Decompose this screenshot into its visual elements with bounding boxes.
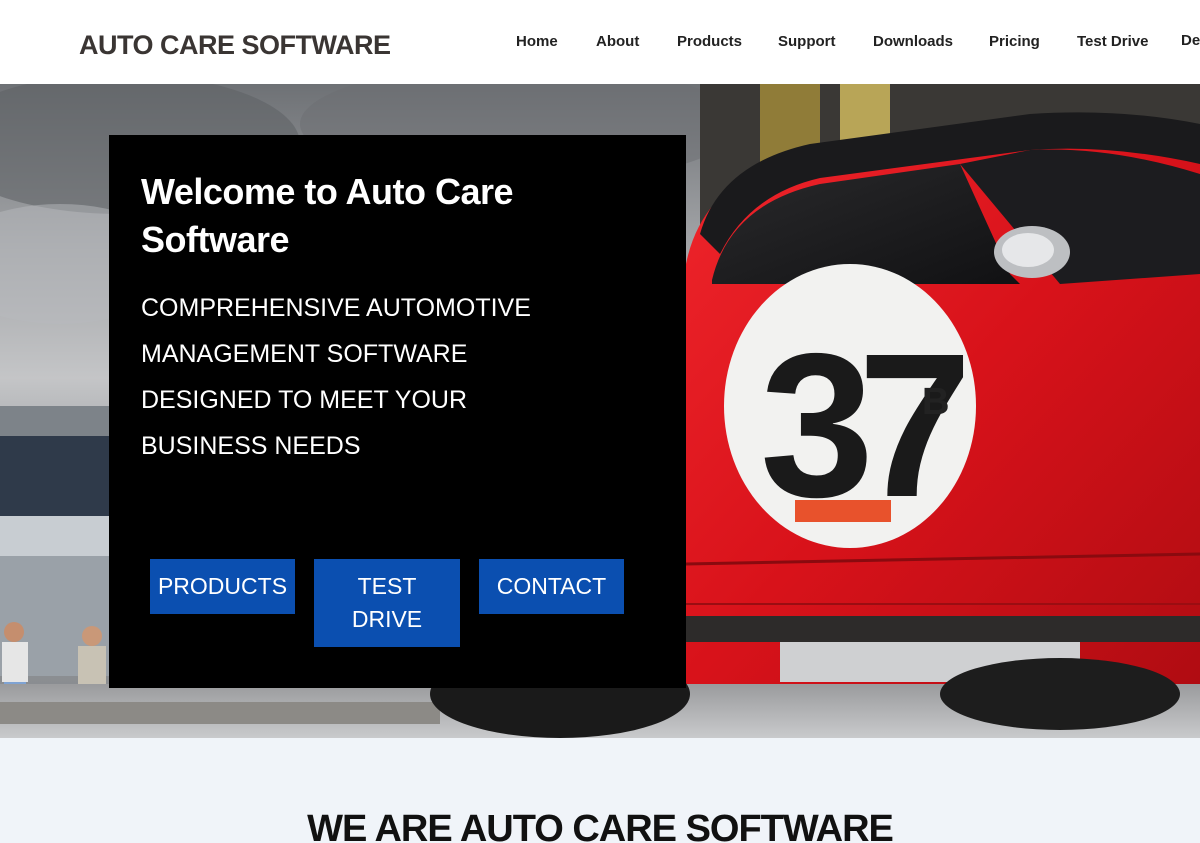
nav-item-home[interactable]: Home	[516, 33, 558, 50]
nav-item-truncated[interactable]: De Co	[1181, 33, 1200, 49]
nav-item-downloads[interactable]: Downloads	[873, 33, 953, 50]
hero-subtitle: COMPREHENSIVE AUTOMOTIVE MANAGEMENT SOFT…	[141, 294, 531, 460]
test-drive-button[interactable]: TEST DRIVE	[314, 559, 460, 647]
main-nav: Home About Products Support Downloads Pr…	[0, 33, 1200, 73]
page: AUTO CARE SOFTWARE Home About Products S…	[0, 0, 1200, 843]
contact-button[interactable]: CONTACT	[479, 559, 624, 614]
about-section: WE ARE AUTO CARE SOFTWARE	[0, 738, 1200, 843]
car-number-suffix: B	[922, 381, 949, 423]
nav-item-products[interactable]: Products	[677, 33, 742, 50]
about-heading: WE ARE AUTO CARE SOFTWARE	[307, 808, 894, 843]
nav-item-test-drive[interactable]: Test Drive	[1077, 33, 1148, 50]
nav-item-about[interactable]: About	[596, 33, 639, 50]
hero-title: Welcome to Auto Care Software	[141, 171, 514, 260]
nav-item-pricing[interactable]: Pricing	[989, 33, 1040, 50]
hero-card: Welcome to Auto Care Software COMPREHENS…	[109, 135, 686, 688]
products-button[interactable]: PRODUCTS	[150, 559, 295, 614]
hero-section: 37 B Welcome to Auto Care Software COMPR…	[0, 84, 1200, 738]
nav-item-support[interactable]: Support	[778, 33, 836, 50]
site-header: AUTO CARE SOFTWARE Home About Products S…	[0, 0, 1200, 84]
